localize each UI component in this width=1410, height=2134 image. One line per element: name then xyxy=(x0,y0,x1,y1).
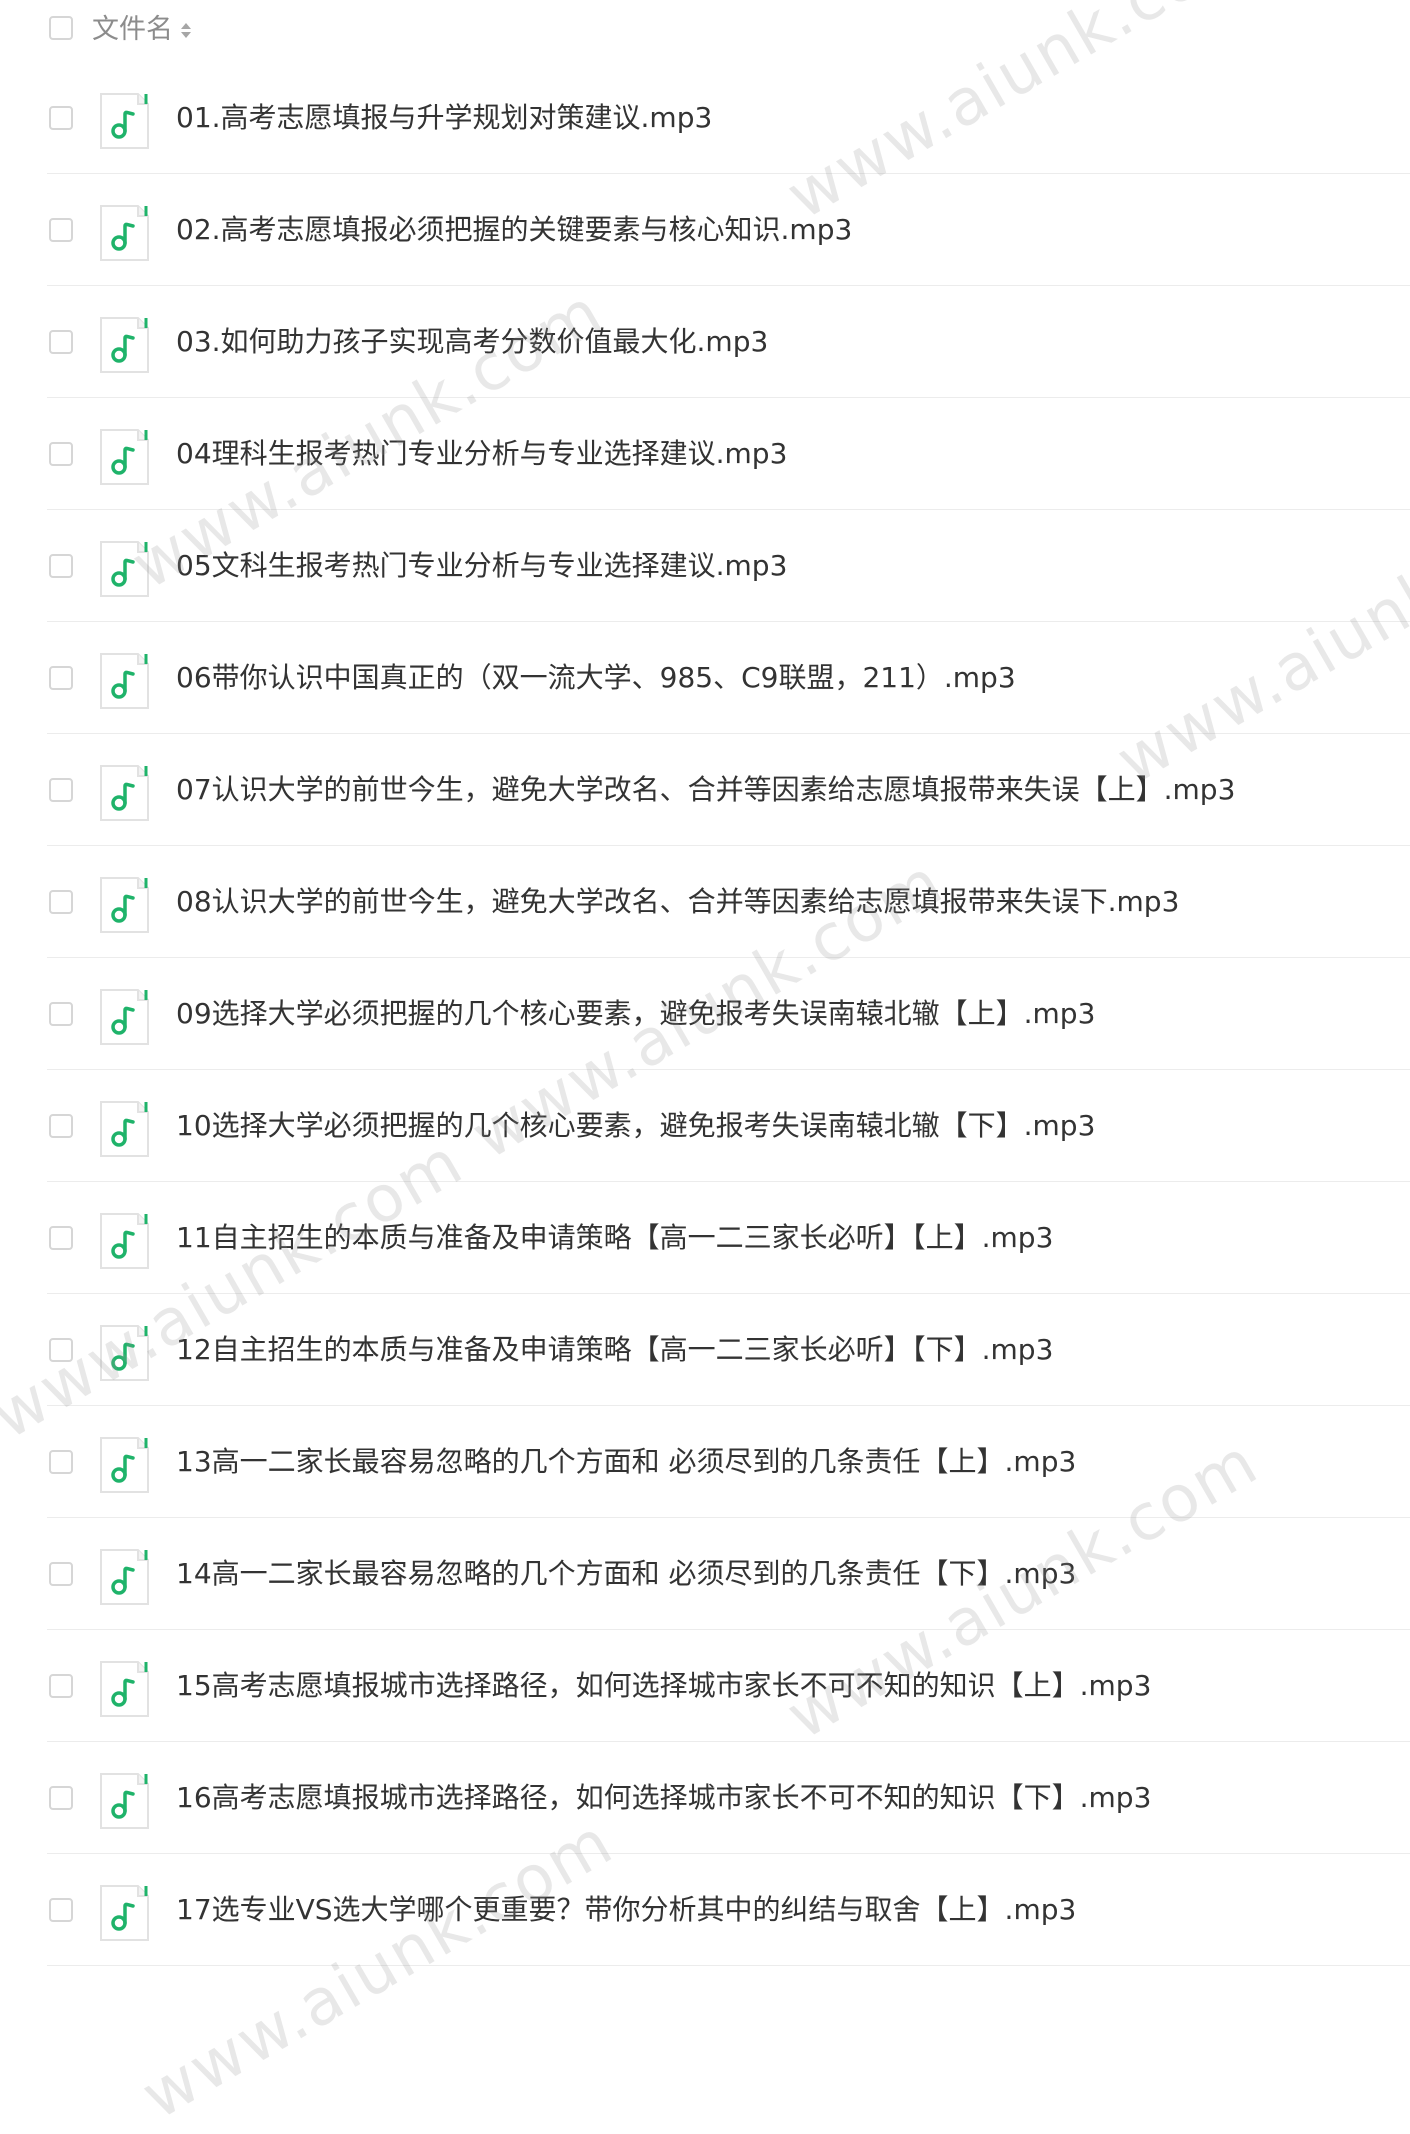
audio-file-icon xyxy=(98,316,150,374)
file-name[interactable]: 14高一二家长最容易忽略的几个方面和 必须尽到的几条责任【下】.mp3 xyxy=(176,1552,1076,1596)
select-all-checkbox[interactable] xyxy=(49,16,73,40)
file-row-checkbox[interactable] xyxy=(49,330,73,354)
file-row-checkbox[interactable] xyxy=(49,218,73,242)
file-name[interactable]: 15高考志愿填报城市选择路径，如何选择城市家长不可不知的知识【上】.mp3 xyxy=(176,1664,1151,1708)
file-row-checkbox[interactable] xyxy=(49,1674,73,1698)
file-row[interactable]: 06带你认识中国真正的（双一流大学、985、C9联盟，211）.mp3 xyxy=(0,622,1410,734)
file-row[interactable]: 07认识大学的前世今生，避免大学改名、合并等因素给志愿填报带来失误【上】.mp3 xyxy=(0,734,1410,846)
list-header: 文件名 xyxy=(0,0,1410,62)
audio-file-icon xyxy=(98,1660,150,1718)
audio-file-icon xyxy=(98,1884,150,1942)
audio-file-icon xyxy=(98,1548,150,1606)
audio-file-icon xyxy=(98,1324,150,1382)
file-name[interactable]: 09选择大学必须把握的几个核心要素，避免报考失误南辕北辙【上】.mp3 xyxy=(176,992,1095,1036)
audio-file-icon xyxy=(98,204,150,262)
audio-file-icon xyxy=(98,92,150,150)
file-row[interactable]: 14高一二家长最容易忽略的几个方面和 必须尽到的几条责任【下】.mp3 xyxy=(0,1518,1410,1630)
audio-file-icon xyxy=(98,540,150,598)
file-row-checkbox[interactable] xyxy=(49,1562,73,1586)
file-list: 文件名 01.高考志愿填报与升学规划对策建议.mp3 02.高考志愿填报必须把握的… xyxy=(0,0,1410,1966)
file-row[interactable]: 13高一二家长最容易忽略的几个方面和 必须尽到的几条责任【上】.mp3 xyxy=(0,1406,1410,1518)
file-row[interactable]: 11自主招生的本质与准备及申请策略【高一二三家长必听】【上】.mp3 xyxy=(0,1182,1410,1294)
file-row[interactable]: 08认识大学的前世今生，避免大学改名、合并等因素给志愿填报带来失误下.mp3 xyxy=(0,846,1410,958)
file-row[interactable]: 09选择大学必须把握的几个核心要素，避免报考失误南辕北辙【上】.mp3 xyxy=(0,958,1410,1070)
audio-file-icon xyxy=(98,428,150,486)
file-name[interactable]: 11自主招生的本质与准备及申请策略【高一二三家长必听】【上】.mp3 xyxy=(176,1216,1053,1260)
file-row-checkbox[interactable] xyxy=(49,1450,73,1474)
file-name[interactable]: 02.高考志愿填报必须把握的关键要素与核心知识.mp3 xyxy=(176,208,852,252)
audio-file-icon xyxy=(98,988,150,1046)
file-name[interactable]: 05文科生报考热门专业分析与专业选择建议.mp3 xyxy=(176,544,787,588)
file-name[interactable]: 04理科生报考热门专业分析与专业选择建议.mp3 xyxy=(176,432,787,476)
file-rows: 01.高考志愿填报与升学规划对策建议.mp3 02.高考志愿填报必须把握的关键要素… xyxy=(0,62,1410,1966)
file-name[interactable]: 08认识大学的前世今生，避免大学改名、合并等因素给志愿填报带来失误下.mp3 xyxy=(176,880,1179,924)
file-row[interactable]: 15高考志愿填报城市选择路径，如何选择城市家长不可不知的知识【上】.mp3 xyxy=(0,1630,1410,1742)
file-row-checkbox[interactable] xyxy=(49,778,73,802)
file-row[interactable]: 12自主招生的本质与准备及申请策略【高一二三家长必听】【下】.mp3 xyxy=(0,1294,1410,1406)
file-row-checkbox[interactable] xyxy=(49,1226,73,1250)
audio-file-icon xyxy=(98,876,150,934)
file-row-checkbox[interactable] xyxy=(49,1786,73,1810)
file-name[interactable]: 10选择大学必须把握的几个核心要素，避免报考失误南辕北辙【下】.mp3 xyxy=(176,1104,1095,1148)
file-name[interactable]: 17选专业VS选大学哪个更重要？带你分析其中的纠结与取舍【上】.mp3 xyxy=(176,1888,1076,1932)
sort-icon[interactable] xyxy=(181,22,191,38)
file-name[interactable]: 12自主招生的本质与准备及申请策略【高一二三家长必听】【下】.mp3 xyxy=(176,1328,1053,1372)
file-row-checkbox[interactable] xyxy=(49,890,73,914)
file-row-checkbox[interactable] xyxy=(49,442,73,466)
audio-file-icon xyxy=(98,1212,150,1270)
file-row[interactable]: 16高考志愿填报城市选择路径，如何选择城市家长不可不知的知识【下】.mp3 xyxy=(0,1742,1410,1854)
file-row[interactable]: 03.如何助力孩子实现高考分数价值最大化.mp3 xyxy=(0,286,1410,398)
file-name[interactable]: 16高考志愿填报城市选择路径，如何选择城市家长不可不知的知识【下】.mp3 xyxy=(176,1776,1151,1820)
file-row[interactable]: 10选择大学必须把握的几个核心要素，避免报考失误南辕北辙【下】.mp3 xyxy=(0,1070,1410,1182)
file-row[interactable]: 01.高考志愿填报与升学规划对策建议.mp3 xyxy=(0,62,1410,174)
file-row[interactable]: 02.高考志愿填报必须把握的关键要素与核心知识.mp3 xyxy=(0,174,1410,286)
filename-column-label: 文件名 xyxy=(92,14,173,45)
audio-file-icon xyxy=(98,652,150,710)
audio-file-icon xyxy=(98,764,150,822)
file-row[interactable]: 04理科生报考热门专业分析与专业选择建议.mp3 xyxy=(0,398,1410,510)
file-row-checkbox[interactable] xyxy=(49,1114,73,1138)
file-row-checkbox[interactable] xyxy=(49,1338,73,1362)
file-row-checkbox[interactable] xyxy=(49,554,73,578)
file-row[interactable]: 05文科生报考热门专业分析与专业选择建议.mp3 xyxy=(0,510,1410,622)
file-row-checkbox[interactable] xyxy=(49,666,73,690)
file-name[interactable]: 07认识大学的前世今生，避免大学改名、合并等因素给志愿填报带来失误【上】.mp3 xyxy=(176,768,1235,812)
file-name[interactable]: 01.高考志愿填报与升学规划对策建议.mp3 xyxy=(176,96,712,140)
filename-column-header[interactable]: 文件名 xyxy=(92,10,191,50)
audio-file-icon xyxy=(98,1100,150,1158)
file-row[interactable]: 17选专业VS选大学哪个更重要？带你分析其中的纠结与取舍【上】.mp3 xyxy=(0,1854,1410,1966)
file-name[interactable]: 06带你认识中国真正的（双一流大学、985、C9联盟，211）.mp3 xyxy=(176,656,1016,700)
file-name[interactable]: 13高一二家长最容易忽略的几个方面和 必须尽到的几条责任【上】.mp3 xyxy=(176,1440,1076,1484)
audio-file-icon xyxy=(98,1772,150,1830)
file-row-checkbox[interactable] xyxy=(49,106,73,130)
file-name[interactable]: 03.如何助力孩子实现高考分数价值最大化.mp3 xyxy=(176,320,768,364)
file-row-checkbox[interactable] xyxy=(49,1898,73,1922)
audio-file-icon xyxy=(98,1436,150,1494)
file-row-checkbox[interactable] xyxy=(49,1002,73,1026)
